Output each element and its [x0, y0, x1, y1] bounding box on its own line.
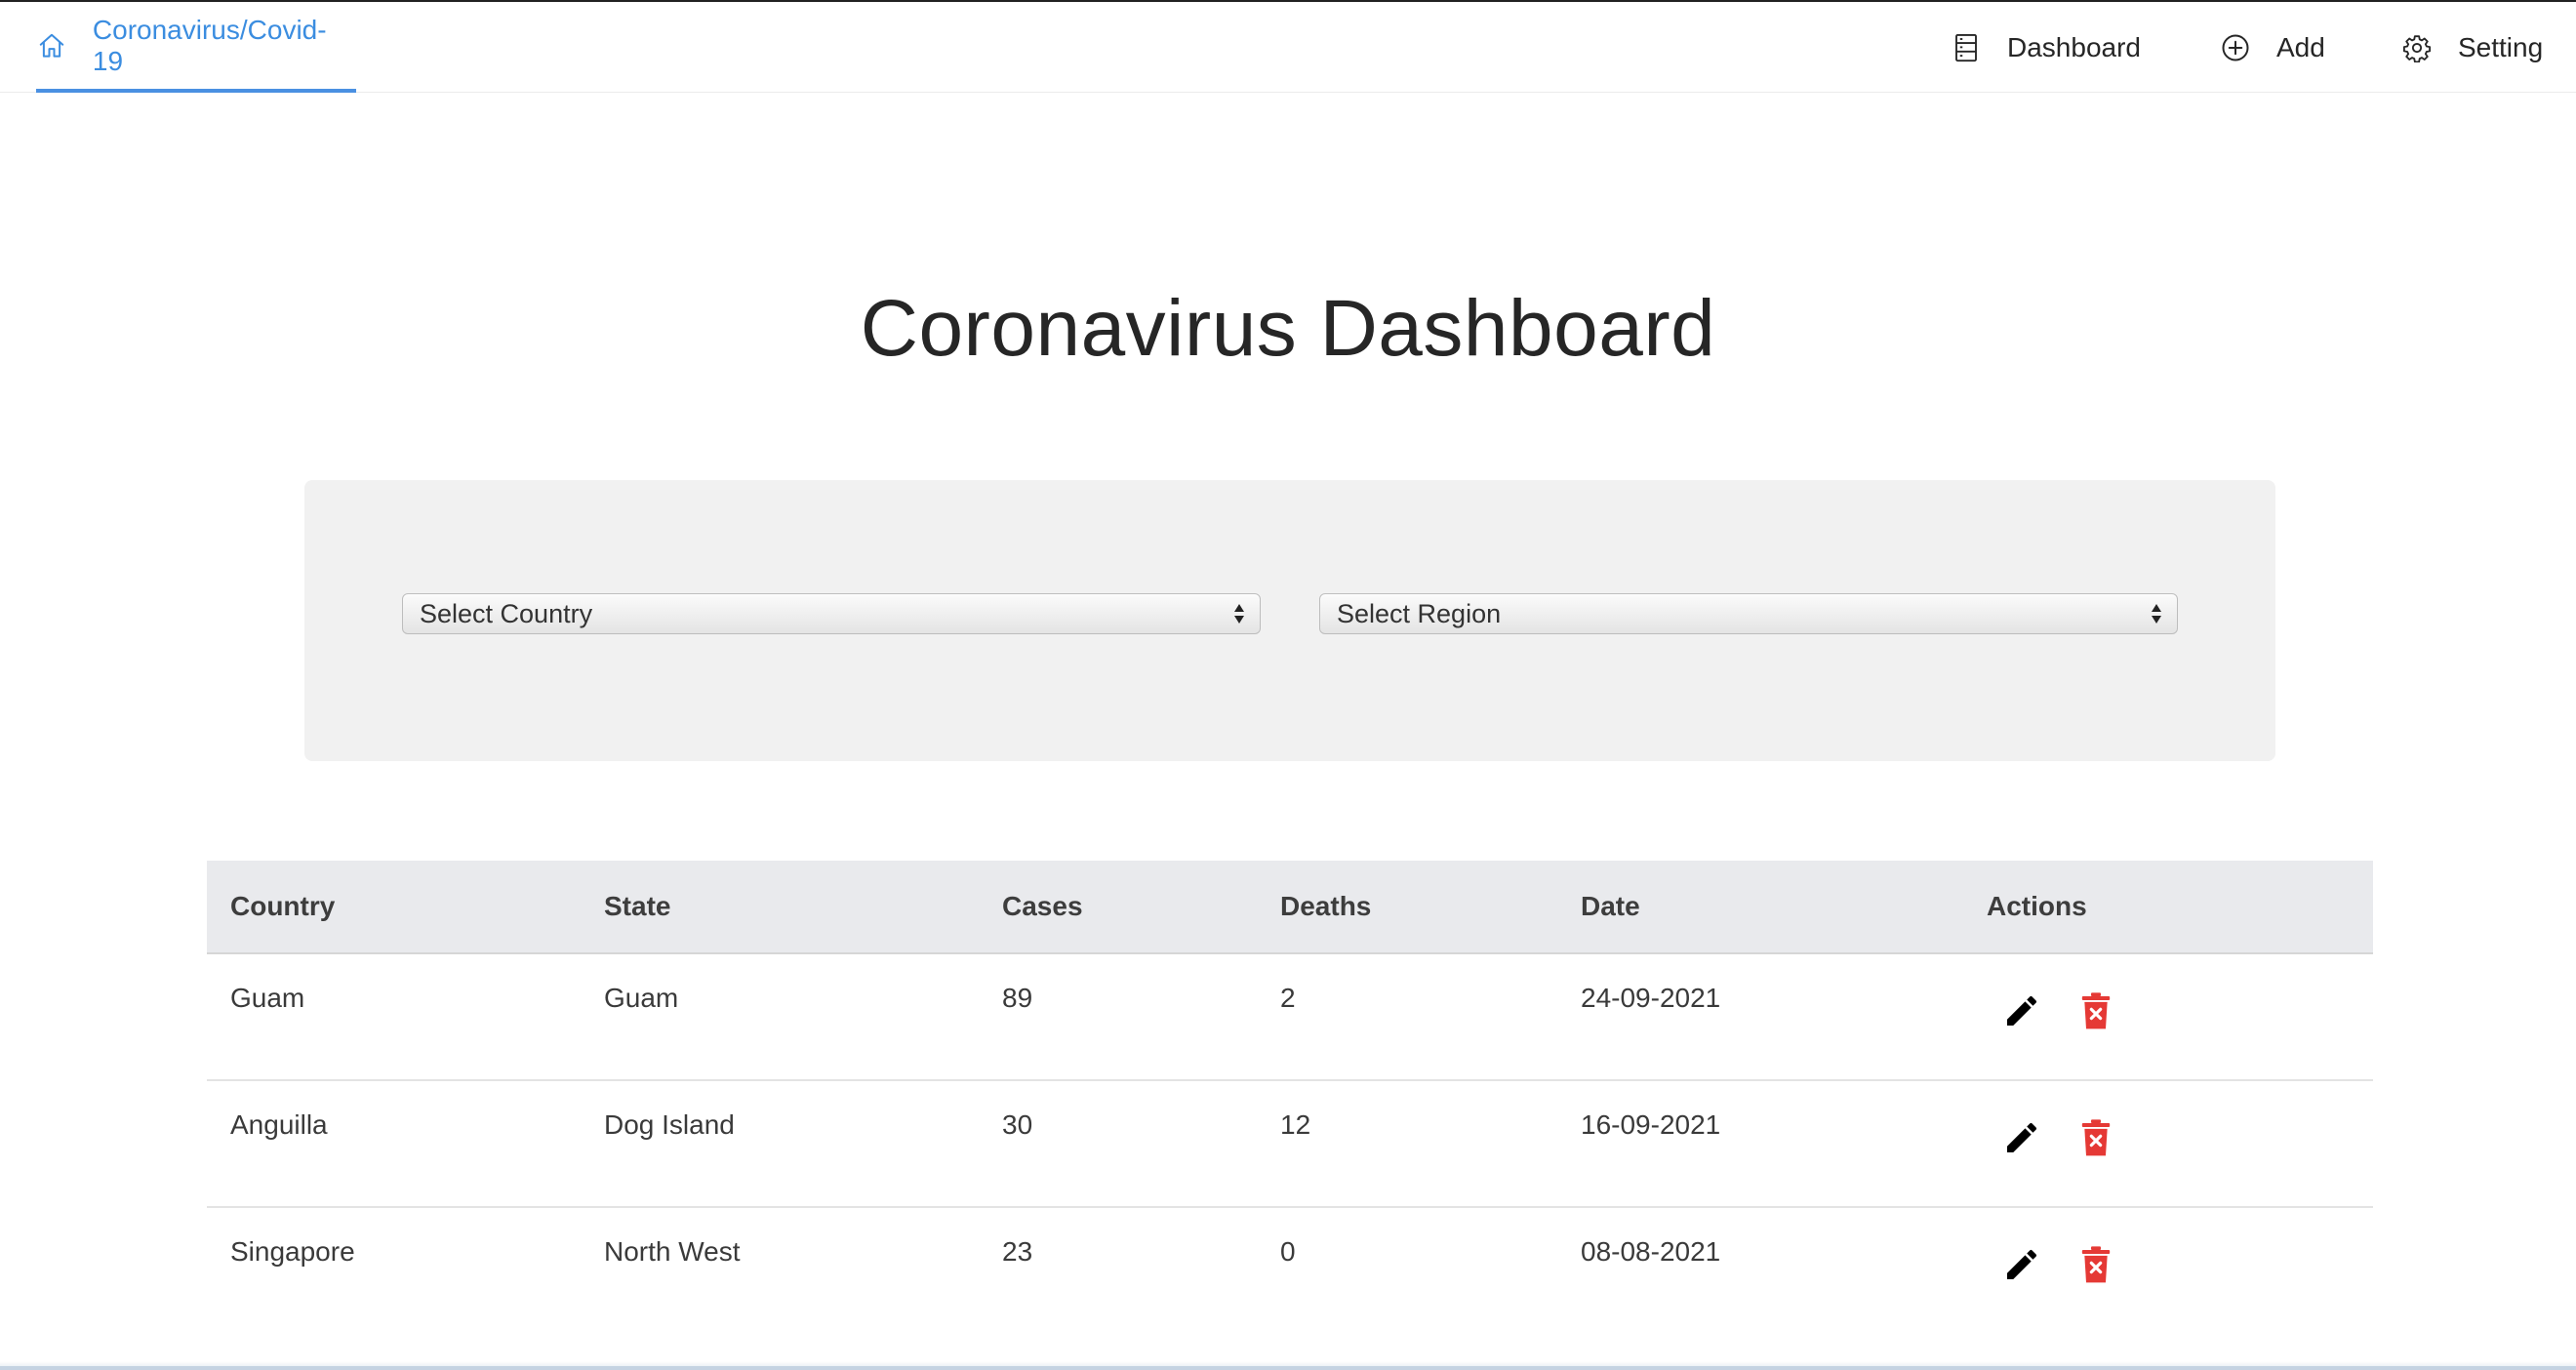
- cell-country: Guam: [230, 983, 305, 1013]
- column-header-cases: Cases: [1002, 891, 1083, 921]
- region-select-value: Select Region: [1337, 598, 1502, 628]
- nav-item-label: Add: [2276, 31, 2325, 62]
- select-arrows-icon: [2144, 599, 2169, 628]
- table-row: Singapore North West 23 0 08-08-2021: [207, 1208, 2373, 1335]
- region-select[interactable]: Select Region: [1319, 593, 2178, 634]
- cell-date: 16-09-2021: [1581, 1109, 1721, 1140]
- edit-pencil-icon[interactable]: [2000, 989, 2043, 1032]
- table-header: Country State Cases Deaths Date Actions: [207, 861, 2373, 954]
- nav-item-label: Dashboard: [2007, 31, 2141, 62]
- cell-state: Dog Island: [604, 1109, 735, 1140]
- column-header-country: Country: [230, 891, 336, 921]
- table-row: Anguilla Dog Island 30 12 16-09-2021: [207, 1081, 2373, 1208]
- edit-pencil-icon[interactable]: [2000, 1243, 2043, 1286]
- cell-deaths: 0: [1280, 1236, 1296, 1267]
- cell-cases: 30: [1002, 1109, 1033, 1140]
- table-row: Guam Guam 89 2 24-09-2021: [207, 954, 2373, 1081]
- country-select-value: Select Country: [420, 598, 593, 628]
- select-arrows-icon: [1227, 599, 1252, 628]
- row-actions: [2000, 1116, 2117, 1159]
- nav-item-add[interactable]: Add: [2220, 2, 2325, 93]
- row-actions: [2000, 989, 2117, 1032]
- cell-country: Singapore: [230, 1236, 355, 1267]
- edit-pencil-icon[interactable]: [2000, 1116, 2043, 1159]
- nav-item-label: Setting: [2458, 31, 2544, 62]
- delete-trash-icon[interactable]: [2074, 1243, 2117, 1286]
- cell-country: Anguilla: [230, 1109, 328, 1140]
- country-select[interactable]: Select Country: [402, 593, 1261, 634]
- column-header-deaths: Deaths: [1280, 891, 1372, 921]
- nav-item-setting[interactable]: Setting: [2401, 2, 2543, 93]
- cell-state: North West: [604, 1236, 741, 1267]
- nav-home-link[interactable]: Coronavirus/Covid-19: [36, 2, 356, 93]
- add-circle-icon: [2220, 32, 2251, 63]
- dashboard-icon: [1951, 32, 1982, 63]
- filter-panel: Select Country Select Region: [304, 480, 2275, 761]
- column-header-actions: Actions: [1987, 891, 2087, 921]
- window-bottom-border: [0, 1366, 2576, 1370]
- page-title: Coronavirus Dashboard: [860, 284, 1716, 373]
- nav-item-dashboard[interactable]: Dashboard: [1951, 2, 2141, 93]
- cell-date: 08-08-2021: [1581, 1236, 1721, 1267]
- cell-deaths: 2: [1280, 983, 1296, 1013]
- cell-cases: 23: [1002, 1236, 1033, 1267]
- nav-home-label: Coronavirus/Covid-19: [92, 14, 327, 76]
- cases-table: Country State Cases Deaths Date Actions …: [207, 861, 2373, 1335]
- column-header-state: State: [604, 891, 671, 921]
- cell-cases: 89: [1002, 983, 1033, 1013]
- delete-trash-icon[interactable]: [2074, 989, 2117, 1032]
- gear-icon: [2401, 32, 2433, 63]
- top-navbar: Coronavirus/Covid-19 Dashboard Add Setti…: [0, 2, 2576, 93]
- column-header-date: Date: [1581, 891, 1640, 921]
- row-actions: [2000, 1243, 2117, 1286]
- delete-trash-icon[interactable]: [2074, 1116, 2117, 1159]
- cell-state: Guam: [604, 983, 679, 1013]
- home-icon: [36, 30, 67, 61]
- cell-date: 24-09-2021: [1581, 983, 1721, 1013]
- cell-deaths: 12: [1280, 1109, 1311, 1140]
